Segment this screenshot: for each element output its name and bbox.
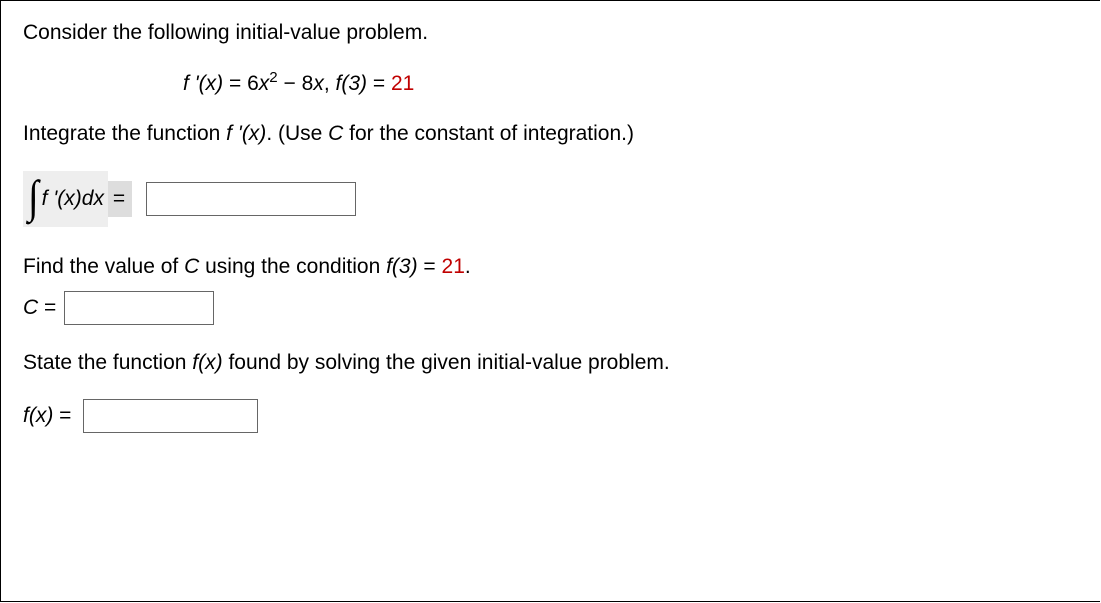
integral-sign-icon: ∫ xyxy=(28,174,39,220)
question-container: Consider the following initial-value pro… xyxy=(0,0,1100,602)
int-prompt-a: Integrate the function xyxy=(23,122,226,145)
c-row: C = xyxy=(23,291,1080,325)
findc-period: . xyxy=(465,255,471,278)
fx-row: f(x) = xyxy=(23,399,1080,433)
eqn-coef1: 6 xyxy=(247,72,259,95)
integrand: f '(x)dx xyxy=(42,187,104,211)
fx-answer-input[interactable] xyxy=(83,399,258,433)
eqn-comma: , xyxy=(324,72,336,95)
findc-b: using the condition xyxy=(199,255,386,278)
given-equation: f '(x) = 6x2 − 8x, f(3) = 21 xyxy=(23,69,1080,96)
eqn-x2: x xyxy=(313,72,324,95)
fx-label: f(x) = xyxy=(23,404,71,428)
int-prompt-d: for the constant of integration.) xyxy=(343,122,634,145)
state-a: State the function xyxy=(23,351,192,374)
int-prompt-c: C xyxy=(328,122,343,145)
int-prompt-fx: f '(x) xyxy=(226,122,266,145)
c-label: C = xyxy=(23,296,56,320)
eqn-fprime: f '(x) xyxy=(183,72,223,95)
findc-val: 21 xyxy=(442,255,465,278)
findc-cond: f(3) xyxy=(386,255,418,278)
integral-row: ∫ f '(x)dx = xyxy=(23,171,1080,227)
state-prompt: State the function f(x) found by solving… xyxy=(23,349,1080,377)
intro-text: Consider the following initial-value pro… xyxy=(23,19,1080,47)
findc-C: C xyxy=(184,255,199,278)
eqn-coef2: 8 xyxy=(302,72,314,95)
integrate-prompt: Integrate the function f '(x). (Use C fo… xyxy=(23,120,1080,148)
c-label-text: C xyxy=(23,296,38,319)
fx-label-text: f(x) xyxy=(23,404,53,427)
findc-a: Find the value of xyxy=(23,255,184,278)
eqn-cond-val: 21 xyxy=(391,72,414,95)
integral-answer-input[interactable] xyxy=(146,182,356,216)
c-answer-input[interactable] xyxy=(64,291,214,325)
eqn-eq1: = xyxy=(223,72,247,95)
eqn-minus: − xyxy=(278,72,302,95)
fx-eq: = xyxy=(53,404,71,427)
find-c-prompt: Find the value of C using the condition … xyxy=(23,253,1080,281)
eqn-cond-lhs: f(3) xyxy=(336,72,368,95)
int-prompt-b: . (Use xyxy=(266,122,328,145)
findc-eq: = xyxy=(418,255,442,278)
state-b: found by solving the given initial-value… xyxy=(223,351,670,374)
eqn-x1: x xyxy=(259,72,270,95)
c-eq: = xyxy=(38,296,56,319)
integral-equals: = xyxy=(106,181,132,217)
state-fx: f(x) xyxy=(192,351,222,374)
eqn-eq2: = xyxy=(367,72,391,95)
integral-lhs: ∫ f '(x)dx xyxy=(23,171,108,227)
eqn-exp1: 2 xyxy=(269,69,277,86)
